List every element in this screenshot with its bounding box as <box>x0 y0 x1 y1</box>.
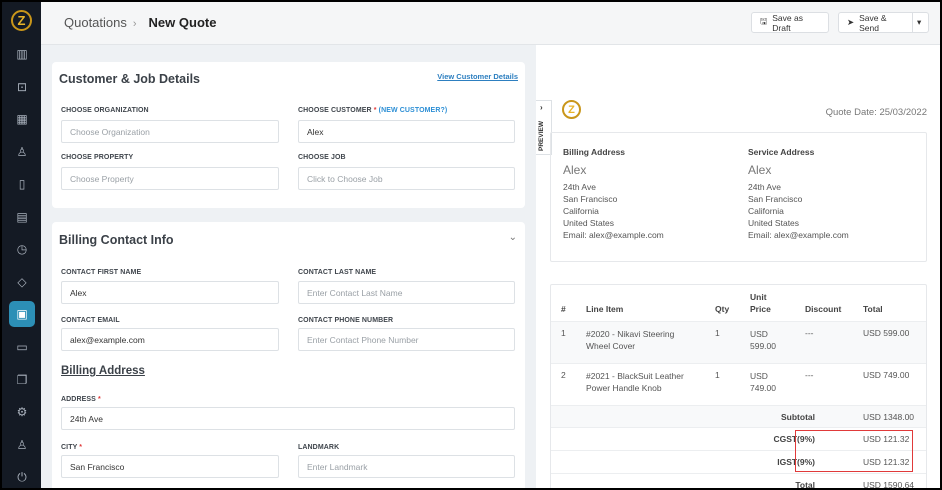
landmark-input[interactable]: Enter Landmark <box>298 455 515 478</box>
phone-label: CONTACT PHONE NUMBER <box>298 317 394 324</box>
col-header-total: Total <box>863 304 883 314</box>
page-title: New Quote <box>148 15 217 30</box>
power-icon[interactable]: ⏻ <box>10 465 34 488</box>
address-box: Billing Address Alex 24th Ave San Francis… <box>550 132 927 262</box>
user-icon[interactable]: ♙ <box>10 433 34 457</box>
tablet-icon[interactable]: ▯ <box>10 172 34 196</box>
tax-highlight-box <box>795 430 913 472</box>
service-address-block: Service Address Alex 24th Ave San Francis… <box>748 147 849 240</box>
col-header-line-item: Line Item <box>586 304 624 314</box>
first-name-label: CONTACT FIRST NAME <box>61 269 142 276</box>
users-icon[interactable]: ♙ <box>10 140 34 164</box>
org-label: CHOOSE ORGANIZATION <box>61 107 149 114</box>
caret-down-icon: ▾ <box>917 17 922 27</box>
chevron-right-icon: › <box>540 103 543 112</box>
quote-date: Quote Date: 25/03/2022 <box>825 107 927 118</box>
billing-address-heading: Billing Address <box>61 365 145 377</box>
organization-input[interactable]: Choose Organization <box>61 120 279 143</box>
folder-icon[interactable]: ▭ <box>10 335 34 359</box>
table-row: 2 #2021 - BlackSuit Leather Power Handle… <box>551 363 926 405</box>
email-label: CONTACT EMAIL <box>61 317 120 324</box>
first-name-input[interactable]: Alex <box>61 281 279 304</box>
phone-input[interactable]: Enter Contact Phone Number <box>298 328 515 351</box>
job-input[interactable]: Click to Choose Job <box>298 167 515 190</box>
property-input[interactable]: Choose Property <box>61 167 279 190</box>
col-header-unit-price: Unit Price <box>750 292 771 314</box>
col-header-qty: Qty <box>715 304 730 314</box>
save-options-dropdown[interactable]: ▾ <box>912 12 929 33</box>
chevron-down-icon[interactable]: ⌄ <box>509 232 517 243</box>
address-input[interactable]: 24th Ave <box>61 407 515 430</box>
breadcrumb: Quotations › New Quote <box>64 15 216 30</box>
landmark-label: LANDMARK <box>298 444 340 451</box>
save-icon: 🖫 <box>760 15 768 26</box>
table-row: 1 #2020 - Nikavi Steering Wheel Cover 1 … <box>551 321 926 363</box>
sidebar: Z ▥ ⊡ ▦ ♙ ▯ ▤ ◷ ◇ ▣ ▭ ❐ ⚙ ♙ ⏻ <box>2 2 41 488</box>
last-name-label: CONTACT LAST NAME <box>298 269 377 276</box>
logo-icon[interactable]: Z <box>11 10 32 31</box>
subtotal-row: Subtotal USD 1348.00 <box>551 405 926 427</box>
view-customer-details-link[interactable]: View Customer Details <box>437 72 518 81</box>
customer-label: CHOOSE CUSTOMER * (NEW CUSTOMER?) <box>298 107 448 114</box>
dashboard-chart-icon[interactable]: ▥ <box>10 42 34 66</box>
billing-address-block: Billing Address Alex 24th Ave San Francis… <box>563 147 664 240</box>
tag-icon[interactable]: ◇ <box>10 270 34 294</box>
clock-icon[interactable]: ◷ <box>10 237 34 261</box>
settings-cluster-icon[interactable]: ⚙ <box>10 400 34 424</box>
email-input[interactable]: alex@example.com <box>61 328 279 351</box>
col-header-discount: Discount <box>805 304 842 314</box>
chevron-right-icon: › <box>132 18 137 30</box>
col-header-number: # <box>561 304 566 314</box>
property-label: CHOOSE PROPERTY <box>61 154 134 161</box>
address-label: ADDRESS * <box>61 396 101 403</box>
billing-contact-card: Billing Contact Info ⌄ CONTACT FIRST NAM… <box>52 222 525 488</box>
city-input[interactable]: San Francisco <box>61 455 279 478</box>
customer-job-card: Customer & Job Details View Customer Det… <box>52 62 525 208</box>
briefcase-icon[interactable]: ⊡ <box>10 75 34 99</box>
send-icon: ➤ <box>847 17 855 27</box>
quote-preview-panel: › PREVIEW Z Quote Date: 25/03/2022 Billin… <box>536 45 940 488</box>
line-items-table: # Line Item Qty Unit Price Discount Tota… <box>550 284 927 488</box>
map-icon[interactable]: ▤ <box>10 205 34 229</box>
documents-icon[interactable]: ❐ <box>10 368 34 392</box>
last-name-input[interactable]: Enter Contact Last Name <box>298 281 515 304</box>
top-header: Quotations › New Quote 🖫 Save as Draft ➤ Sav… <box>41 2 940 45</box>
card-title: Customer & Job Details <box>59 72 201 86</box>
customer-input[interactable]: Alex <box>298 120 515 143</box>
calendar-icon[interactable]: ▦ <box>10 107 34 131</box>
new-customer-link[interactable]: (NEW CUSTOMER?) <box>379 107 448 114</box>
save-send-button[interactable]: ➤ Save & Send <box>838 12 913 33</box>
company-logo-icon: Z <box>562 100 581 119</box>
save-draft-button[interactable]: 🖫 Save as Draft <box>751 12 829 33</box>
job-label: CHOOSE JOB <box>298 154 346 161</box>
breadcrumb-quotations[interactable]: Quotations <box>64 15 127 30</box>
total-row: Total USD 1590.64 <box>551 473 926 488</box>
card-title: Billing Contact Info <box>59 233 174 247</box>
quotes-icon[interactable]: ▣ <box>9 301 35 327</box>
city-label: CITY * <box>61 444 83 451</box>
